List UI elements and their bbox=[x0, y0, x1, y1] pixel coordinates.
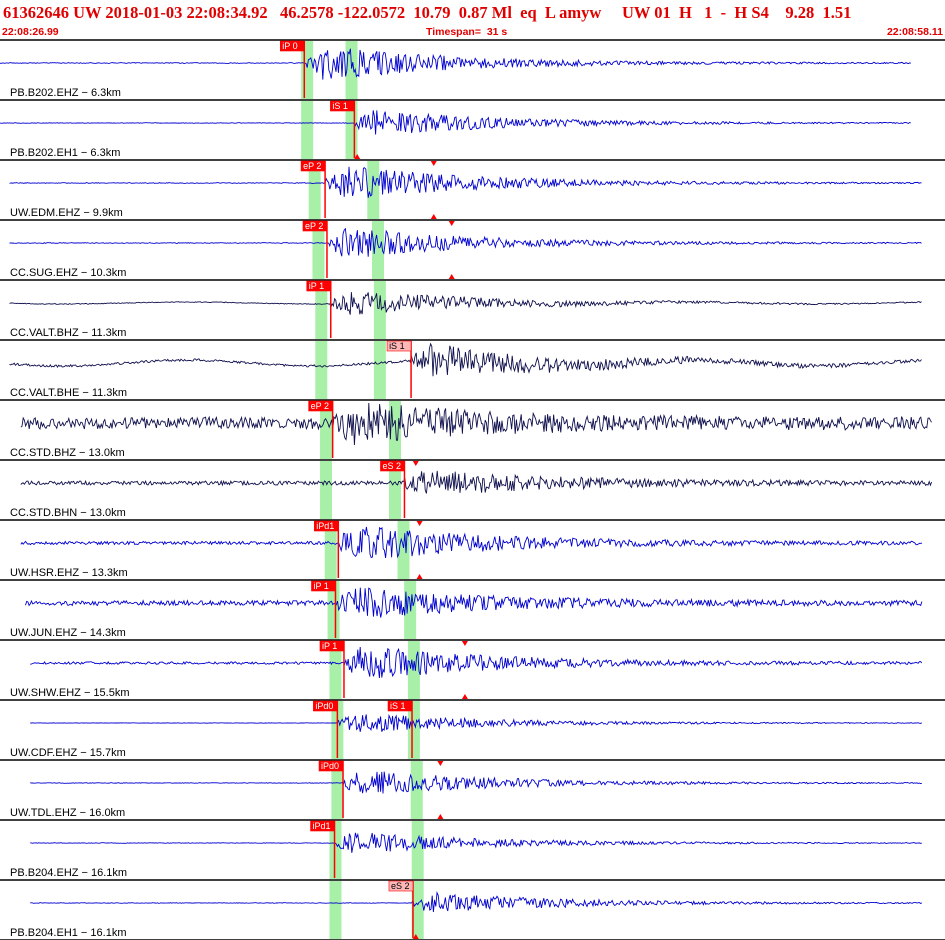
channel-label: UW.HSR.EHZ − 13.3km bbox=[10, 567, 128, 579]
channel-label: PB.B204.EHZ − 16.1km bbox=[10, 867, 127, 879]
pick-label: iS 1 bbox=[332, 101, 348, 111]
channel-row[interactable]: eP 2 CC.STD.BHZ − 13.0km bbox=[0, 400, 945, 461]
pick-label: iPd0 bbox=[321, 761, 339, 771]
channel-row[interactable]: iP 0 PB.B202.EHZ − 6.3km bbox=[0, 40, 945, 101]
pick-window bbox=[373, 341, 386, 399]
pick-label: iP 0 bbox=[282, 41, 297, 51]
pick-window bbox=[373, 281, 386, 339]
channel-label: UW.TDL.EHZ − 16.0km bbox=[10, 807, 125, 819]
waveform bbox=[20, 526, 923, 559]
pick-label: iP 1 bbox=[313, 581, 328, 591]
trace-panel[interactable]: iP 0 PB.B202.EHZ − 6.3km iS 1 PB.B202.EH1 −… bbox=[0, 0, 945, 940]
amplitude-peak-marker bbox=[416, 574, 423, 579]
channel-label: CC.VALT.BHE − 11.3km bbox=[10, 387, 127, 399]
pick-window bbox=[320, 461, 333, 519]
waveform bbox=[20, 470, 933, 494]
channel-label: UW.EDM.EHZ − 9.9km bbox=[10, 207, 123, 219]
waveform bbox=[30, 771, 922, 794]
pick-label: iPd1 bbox=[313, 821, 331, 831]
channel-row[interactable]: eS 2 CC.STD.BHN − 13.0km bbox=[0, 460, 945, 521]
pick-window bbox=[367, 161, 380, 219]
pick-label: iP 1 bbox=[322, 641, 337, 651]
pick-window bbox=[315, 341, 328, 399]
waveform bbox=[30, 713, 923, 732]
pick-label: iPd0 bbox=[315, 701, 333, 711]
pick-label: eS 2 bbox=[382, 461, 401, 471]
pick-label: eP 2 bbox=[311, 401, 329, 411]
pick-label: iP 1 bbox=[309, 281, 324, 291]
waveform bbox=[0, 48, 911, 80]
pick-window bbox=[301, 101, 314, 159]
amplitude-peak-marker bbox=[437, 761, 444, 766]
waveform bbox=[30, 832, 922, 853]
channel-row[interactable]: eS 2 PB.B204.EH1 − 16.1km bbox=[0, 880, 945, 940]
channel-row[interactable]: iPd1 PB.B204.EHZ − 16.1km bbox=[0, 820, 945, 881]
waveform bbox=[0, 110, 911, 135]
channel-row[interactable]: iPd0 UW.TDL.EHZ − 16.0km bbox=[0, 760, 945, 821]
pick-label: eP 2 bbox=[305, 221, 323, 231]
amplitude-peak-marker bbox=[412, 461, 419, 466]
channel-row[interactable]: iS 1 CC.VALT.BHE − 11.3km bbox=[0, 340, 945, 401]
channel-row[interactable]: iP 1 CC.VALT.BHZ − 11.3km bbox=[0, 280, 945, 341]
channel-label: CC.VALT.BHZ − 11.3km bbox=[10, 327, 126, 339]
channel-row[interactable]: eP 2 UW.EDM.EHZ − 9.9km bbox=[0, 160, 945, 221]
pick-window bbox=[411, 821, 424, 879]
pick-window bbox=[329, 881, 342, 939]
channel-label: CC.SUG.EHZ − 10.3km bbox=[10, 267, 126, 279]
pick-label: eP 2 bbox=[303, 161, 321, 171]
waveform bbox=[9, 166, 922, 198]
channel-label: UW.CDF.EHZ − 15.7km bbox=[10, 747, 126, 759]
pick-window bbox=[404, 581, 417, 639]
waveform bbox=[9, 227, 922, 257]
channel-row[interactable]: iS 1 PB.B202.EH1 − 6.3km bbox=[0, 100, 945, 161]
channel-row[interactable]: iP 1 UW.SHW.EHZ − 15.5km bbox=[0, 640, 945, 701]
channel-row[interactable]: eP 2 CC.SUG.EHZ − 10.3km bbox=[0, 220, 945, 281]
pick-label: eS 2 bbox=[391, 881, 410, 891]
channel-row[interactable]: iP 1 UW.JUN.EHZ − 14.3km bbox=[0, 580, 945, 641]
pick-label: iS 1 bbox=[390, 701, 406, 711]
waveform bbox=[30, 890, 923, 913]
channel-label: UW.SHW.EHZ − 15.5km bbox=[10, 687, 130, 699]
seismogram-viewer[interactable]: 61362646 UW 2018-01-03 22:08:34.92 46.25… bbox=[0, 0, 945, 940]
amplitude-peak-marker bbox=[437, 814, 444, 819]
channel-label: CC.STD.BHN − 13.0km bbox=[10, 507, 126, 519]
waveform bbox=[20, 402, 932, 446]
channel-label: PB.B202.EH1 − 6.3km bbox=[10, 147, 120, 159]
waveform bbox=[30, 646, 923, 679]
amplitude-peak-marker bbox=[430, 214, 437, 219]
channel-row[interactable]: iPd1 UW.HSR.EHZ − 13.3km bbox=[0, 520, 945, 581]
waveform bbox=[9, 292, 922, 315]
waveform bbox=[9, 342, 922, 377]
pick-window bbox=[407, 641, 420, 699]
channel-label: PB.B202.EHZ − 6.3km bbox=[10, 87, 121, 99]
amplitude-peak-marker bbox=[448, 221, 455, 226]
channel-label: CC.STD.BHZ − 13.0km bbox=[10, 447, 125, 459]
amplitude-peak-marker bbox=[430, 161, 437, 166]
amplitude-peak-marker bbox=[416, 521, 423, 526]
amplitude-peak-marker bbox=[461, 641, 468, 646]
amplitude-peak-marker bbox=[461, 694, 468, 699]
waveform bbox=[25, 587, 923, 618]
channel-row[interactable]: iPd0 iS 1 UW.CDF.EHZ − 15.7km bbox=[0, 700, 945, 761]
channel-label: UW.JUN.EHZ − 14.3km bbox=[10, 627, 126, 639]
channel-label: PB.B204.EH1 − 16.1km bbox=[10, 927, 126, 939]
amplitude-peak-marker bbox=[448, 274, 455, 279]
pick-label: iPd1 bbox=[316, 521, 334, 531]
pick-label: iS 1 bbox=[389, 341, 405, 351]
